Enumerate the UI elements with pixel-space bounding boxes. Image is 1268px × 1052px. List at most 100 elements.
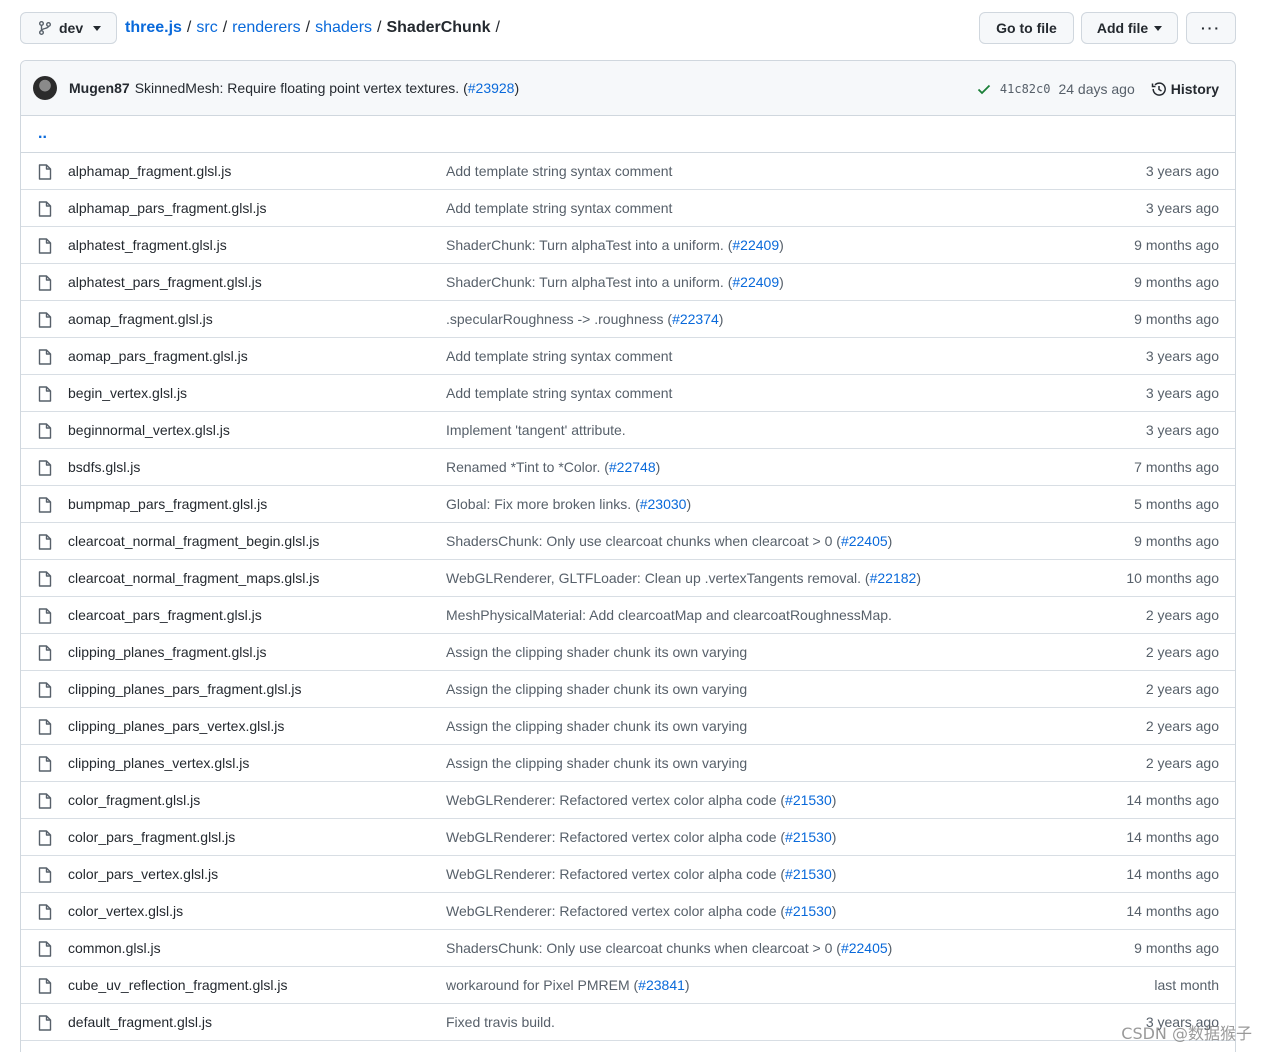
file-commit-pr-link[interactable]: #23030	[640, 496, 687, 512]
file-commit-pr-link[interactable]: #21530	[785, 829, 832, 845]
file-commit-pr-link[interactable]: #22409	[732, 237, 779, 253]
go-to-file-button[interactable]: Go to file	[979, 12, 1074, 44]
breadcrumb-link-shaders[interactable]: shaders	[315, 19, 372, 37]
file-name-link[interactable]: alphamap_pars_fragment.glsl.js	[68, 190, 266, 227]
file-row[interactable]: color_pars_vertex.glsl.js WebGLRenderer: …	[21, 856, 1235, 893]
file-row[interactable]: clearcoat_pars_fragment.glsl.js MeshPhysi…	[21, 597, 1235, 634]
file-commit-message[interactable]: Add template string syntax comment	[446, 375, 672, 412]
file-name-link[interactable]: clearcoat_normal_fragment_maps.glsl.js	[68, 560, 319, 597]
file-name-link[interactable]: aomap_pars_fragment.glsl.js	[68, 338, 248, 375]
file-commit-message[interactable]: ShaderChunk: Turn alphaTest into a unifo…	[446, 264, 784, 301]
file-row[interactable]: alphamap_fragment.glsl.js Add template st…	[21, 153, 1235, 190]
breadcrumb-link-repo[interactable]: three.js	[125, 19, 182, 37]
file-commit-message[interactable]: WebGLRenderer, GLTFLoader: Clean up .ver…	[446, 560, 921, 597]
file-row[interactable]: clipping_planes_vertex.glsl.js Assign the…	[21, 745, 1235, 782]
file-row[interactable]: cube_uv_reflection_fragment.glsl.js worka…	[21, 967, 1235, 1004]
file-commit-pr-link[interactable]: #21530	[785, 903, 832, 919]
file-row[interactable]: aomap_pars_fragment.glsl.js Add template …	[21, 338, 1235, 375]
file-name-link[interactable]: beginnormal_vertex.glsl.js	[68, 412, 230, 449]
file-commit-pr-link[interactable]: #22748	[609, 459, 656, 475]
file-commit-pr-link[interactable]: #22182	[870, 570, 917, 586]
file-commit-message[interactable]: workaround for Pixel PMREM (#23841)	[446, 967, 690, 1004]
file-commit-pr-link[interactable]: #22405	[841, 533, 888, 549]
file-row[interactable]: aomap_fragment.glsl.js .specularRoughness…	[21, 301, 1235, 338]
file-commit-message[interactable]: ShaderChunk: Turn alphaTest into a unifo…	[446, 227, 784, 264]
check-icon[interactable]	[976, 81, 992, 97]
file-name-link[interactable]: clipping_planes_fragment.glsl.js	[68, 634, 266, 671]
file-commit-message[interactable]: Implement 'tangent' attribute.	[446, 412, 626, 449]
file-commit-pr-link[interactable]: #21530	[785, 792, 832, 808]
file-name-link[interactable]: aomap_fragment.glsl.js	[68, 301, 213, 338]
file-row[interactable]: bsdfs.glsl.js Renamed *Tint to *Color. (#…	[21, 449, 1235, 486]
file-row[interactable]: color_fragment.glsl.js WebGLRenderer: Ref…	[21, 782, 1235, 819]
file-row[interactable]: color_pars_fragment.glsl.js WebGLRenderer…	[21, 819, 1235, 856]
file-name-link[interactable]: clearcoat_pars_fragment.glsl.js	[68, 597, 262, 634]
file-commit-pr-link[interactable]: #23841	[638, 977, 685, 993]
file-name-link[interactable]: clipping_planes_vertex.glsl.js	[68, 745, 249, 782]
file-commit-message[interactable]: Assign the clipping shader chunk its own…	[446, 671, 747, 708]
file-name-link[interactable]: clipping_planes_pars_vertex.glsl.js	[68, 708, 284, 745]
file-name-link[interactable]: color_pars_vertex.glsl.js	[68, 856, 218, 893]
file-row[interactable]: color_vertex.glsl.js WebGLRenderer: Refac…	[21, 893, 1235, 930]
file-name-link[interactable]: clearcoat_normal_fragment_begin.glsl.js	[68, 523, 319, 560]
file-name-link[interactable]: color_vertex.glsl.js	[68, 893, 183, 930]
commit-author[interactable]: Mugen87	[69, 80, 130, 96]
file-row[interactable]: alphamap_pars_fragment.glsl.js Add templa…	[21, 190, 1235, 227]
file-commit-message[interactable]: .specularRoughness -> .roughness (#22374…	[446, 301, 723, 338]
file-row[interactable]: alphatest_pars_fragment.glsl.js ShaderChu…	[21, 264, 1235, 301]
file-commit-message[interactable]: Add template string syntax comment	[446, 190, 672, 227]
commit-sha[interactable]: 41c82c0	[1000, 82, 1051, 96]
file-name-link[interactable]: begin_vertex.glsl.js	[68, 375, 187, 412]
file-name-link[interactable]: color_fragment.glsl.js	[68, 782, 200, 819]
file-commit-pr-link[interactable]: #22374	[672, 311, 719, 327]
file-commit-pr-link[interactable]: #22405	[841, 940, 888, 956]
branch-selector-button[interactable]: dev	[20, 12, 117, 44]
file-name-link[interactable]: common.glsl.js	[68, 930, 161, 967]
breadcrumb-link-renderers[interactable]: renderers	[232, 19, 300, 37]
file-name-link[interactable]: bumpmap_pars_fragment.glsl.js	[68, 486, 267, 523]
file-commit-message[interactable]: Assign the clipping shader chunk its own…	[446, 745, 747, 782]
file-commit-pr-link[interactable]: #21530	[785, 866, 832, 882]
file-commit-message[interactable]: Add template string syntax comment	[446, 153, 672, 190]
file-name-link[interactable]: alphatest_fragment.glsl.js	[68, 227, 227, 264]
file-name-link[interactable]: cube_uv_reflection_fragment.glsl.js	[68, 967, 287, 1004]
file-name-link[interactable]: color_pars_fragment.glsl.js	[68, 819, 235, 856]
file-row[interactable]: clearcoat_normal_fragment_maps.glsl.js We…	[21, 560, 1235, 597]
file-commit-message[interactable]: Assign the clipping shader chunk its own…	[446, 708, 747, 745]
file-commit-message[interactable]: WebGLRenderer: Refactored vertex color a…	[446, 856, 836, 893]
file-commit-message[interactable]: ShadersChunk: Only use clearcoat chunks …	[446, 930, 892, 967]
breadcrumb-link-src[interactable]: src	[196, 19, 217, 37]
commit-pr-link[interactable]: #23928	[468, 80, 515, 96]
avatar[interactable]	[33, 76, 57, 100]
file-commit-message[interactable]: WebGLRenderer: Refactored vertex color a…	[446, 782, 836, 819]
file-commit-message[interactable]: Assign the clipping shader chunk its own…	[446, 634, 747, 671]
file-commit-message[interactable]: Global: Fix more broken links. (#23030)	[446, 486, 691, 523]
file-commit-message[interactable]: WebGLRenderer: Refactored vertex color a…	[446, 893, 836, 930]
commit-message[interactable]: SkinnedMesh: Require floating point vert…	[135, 80, 519, 96]
more-options-button[interactable]: ···	[1186, 12, 1236, 44]
add-file-button[interactable]: Add file	[1081, 12, 1178, 44]
file-commit-pr-link[interactable]: #22409	[732, 274, 779, 290]
file-row[interactable]: beginnormal_vertex.glsl.js Implement 'tan…	[21, 412, 1235, 449]
file-name-link[interactable]: default_fragment.glsl.js	[68, 1004, 212, 1041]
file-commit-message[interactable]: Add template string syntax comment	[446, 338, 672, 375]
history-link[interactable]: History	[1151, 81, 1219, 97]
file-row[interactable]: clipping_planes_pars_vertex.glsl.js Assig…	[21, 708, 1235, 745]
file-commit-message[interactable]: ShadersChunk: Only use clearcoat chunks …	[446, 523, 892, 560]
file-name-link[interactable]: clipping_planes_pars_fragment.glsl.js	[68, 671, 301, 708]
file-row[interactable]: bumpmap_pars_fragment.glsl.js Global: Fix…	[21, 486, 1235, 523]
file-commit-message[interactable]: MeshPhysicalMaterial: Add clearcoatMap a…	[446, 597, 892, 634]
parent-directory-link[interactable]: ..	[21, 116, 1235, 153]
file-commit-message[interactable]: Fixed travis build.	[446, 1004, 555, 1041]
file-row[interactable]: alphatest_fragment.glsl.js ShaderChunk: T…	[21, 227, 1235, 264]
file-name-link[interactable]: alphamap_fragment.glsl.js	[68, 153, 231, 190]
file-row[interactable]: clearcoat_normal_fragment_begin.glsl.js S…	[21, 523, 1235, 560]
file-name-link[interactable]: alphatest_pars_fragment.glsl.js	[68, 264, 262, 301]
file-row[interactable]: clipping_planes_fragment.glsl.js Assign t…	[21, 634, 1235, 671]
file-row[interactable]: common.glsl.js ShadersChunk: Only use cle…	[21, 930, 1235, 967]
file-commit-message[interactable]: Renamed *Tint to *Color. (#22748)	[446, 449, 660, 486]
file-commit-message[interactable]: WebGLRenderer: Refactored vertex color a…	[446, 819, 836, 856]
file-row[interactable]: clipping_planes_pars_fragment.glsl.js Ass…	[21, 671, 1235, 708]
file-row[interactable]: begin_vertex.glsl.js Add template string …	[21, 375, 1235, 412]
file-name-link[interactable]: bsdfs.glsl.js	[68, 449, 140, 486]
